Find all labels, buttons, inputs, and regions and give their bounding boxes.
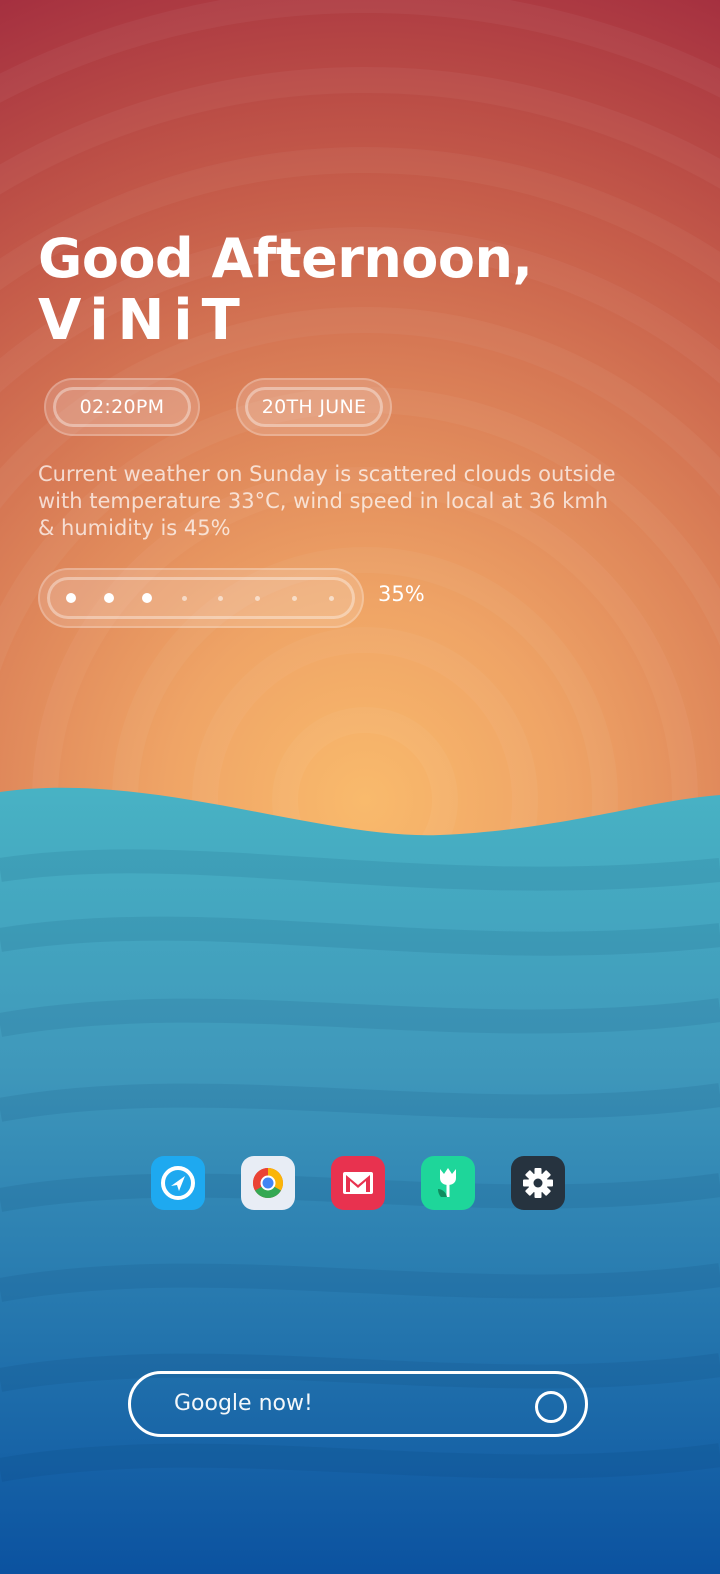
battery-dot-empty: [181, 595, 187, 601]
gear-icon: [511, 1156, 565, 1210]
gmail-icon: [331, 1156, 385, 1210]
battery-widget[interactable]: [38, 568, 364, 628]
tulip-app-button[interactable]: [421, 1156, 475, 1210]
battery-level-dots: [60, 570, 342, 626]
greeting-heading: Good Afternoon, ViNiT: [38, 227, 533, 353]
battery-dot-filled: [141, 593, 152, 603]
battery-dot-filled: [103, 593, 114, 603]
voice-circle-icon[interactable]: [535, 1391, 567, 1423]
settings-app-button[interactable]: [511, 1156, 565, 1210]
time-text: 02:20PM: [79, 396, 165, 418]
battery-dot-empty: [255, 595, 261, 601]
google-search-bar[interactable]: Google now!: [128, 1371, 588, 1437]
battery-dot-empty: [328, 595, 334, 601]
date-text: 20TH JUNE: [261, 396, 367, 418]
battery-dot-empty: [218, 595, 224, 601]
battery-dot-filled: [66, 593, 76, 603]
weather-summary: Current weather on Sunday is scattered c…: [38, 462, 616, 540]
search-placeholder: Google now!: [174, 1391, 313, 1416]
gmail-app-button[interactable]: [331, 1156, 385, 1210]
tulip-icon: [421, 1156, 475, 1210]
time-widget[interactable]: 02:20PM: [44, 378, 200, 436]
battery-dot-empty: [292, 595, 298, 601]
navigation-app-button[interactable]: [151, 1156, 205, 1210]
user-name: ViNiT: [38, 288, 249, 353]
app-dock: [151, 1156, 565, 1210]
navigation-arrow-icon: [151, 1156, 205, 1210]
greeting-line: Good Afternoon,: [38, 227, 533, 290]
chrome-app-button[interactable]: [241, 1156, 295, 1210]
date-widget[interactable]: 20TH JUNE: [236, 378, 392, 436]
battery-percent: 35%: [378, 582, 425, 606]
chrome-icon: [241, 1156, 295, 1210]
